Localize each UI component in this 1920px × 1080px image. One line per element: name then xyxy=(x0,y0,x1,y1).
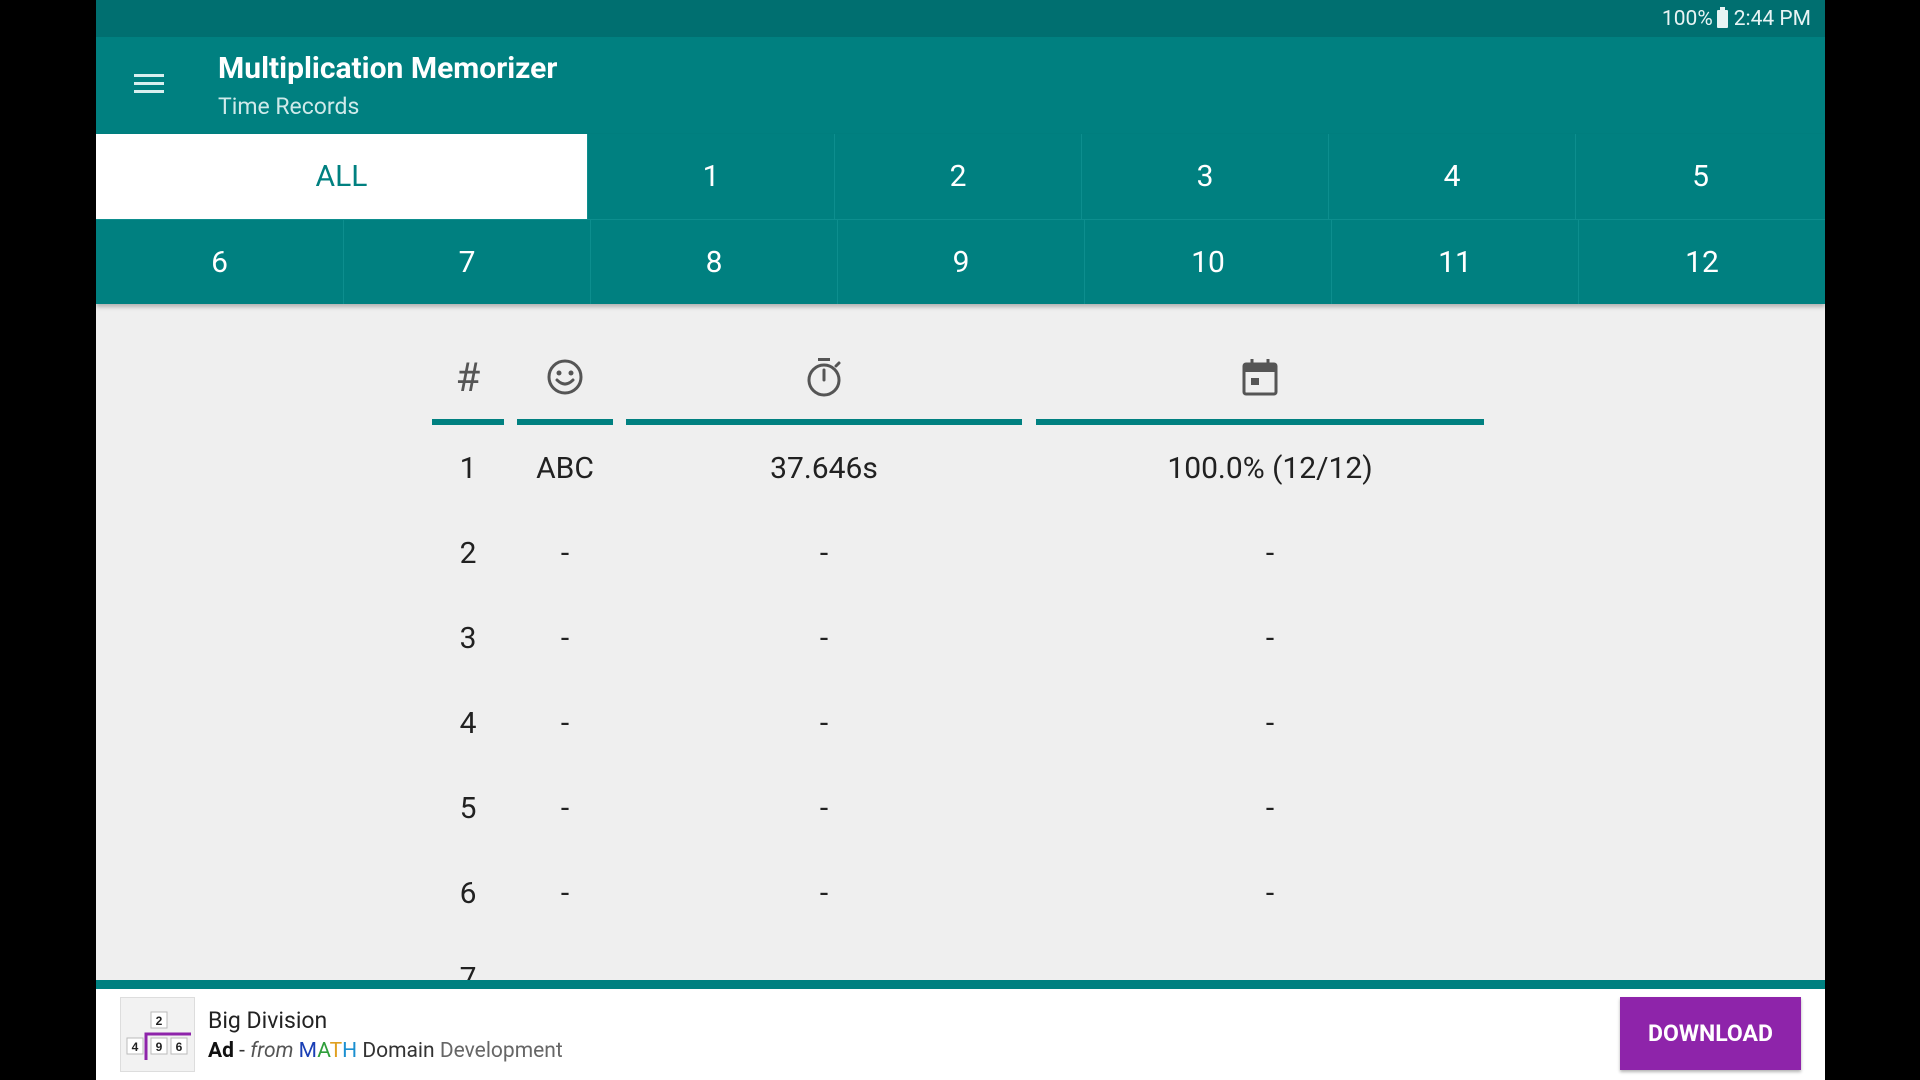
row-time: - xyxy=(819,876,829,911)
row-time: - xyxy=(819,536,829,571)
ad-app-icon[interactable]: 2 4 9 6 xyxy=(120,997,195,1072)
row-name: - xyxy=(560,791,570,826)
row-name: ABC xyxy=(536,451,594,486)
ad-banner[interactable]: 2 4 9 6 Big Division Ad - from MATH Doma… xyxy=(96,980,1825,1080)
tab-3[interactable]: 3 xyxy=(1081,134,1328,219)
row-name: - xyxy=(560,621,570,656)
ad-publisher-dev: Development xyxy=(439,1039,563,1063)
tab-11[interactable]: 11 xyxy=(1331,219,1578,304)
battery-percent: 100% xyxy=(1661,6,1713,31)
tab-5[interactable]: 5 xyxy=(1575,134,1825,219)
hamburger-menu-icon[interactable] xyxy=(134,74,164,96)
tab-9[interactable]: 9 xyxy=(837,219,1084,304)
name-header-underline xyxy=(517,419,613,425)
row-name: - xyxy=(560,876,570,911)
ad-label: Ad xyxy=(208,1039,234,1063)
table-filter-tabs: ALL 1 2 3 4 5 6 7 8 9 10 11 12 xyxy=(96,134,1825,304)
app-screen: 100% 2:44 PM Multiplication Memorizer Ti… xyxy=(96,0,1825,1080)
app-subtitle: Time Records xyxy=(218,93,360,120)
ad-separator: - xyxy=(239,1039,245,1063)
tab-4[interactable]: 4 xyxy=(1328,134,1575,219)
time-header-underline xyxy=(626,419,1022,425)
app-title: Multiplication Memorizer xyxy=(218,51,558,86)
ad-icon-quotient: 2 xyxy=(156,1014,163,1028)
row-time: - xyxy=(819,791,829,826)
row-rank: 4 xyxy=(459,706,477,741)
row-rank: 6 xyxy=(459,876,477,911)
app-bar: Multiplication Memorizer Time Records xyxy=(96,37,1825,134)
row-time: 37.646s xyxy=(770,451,878,486)
row-score: - xyxy=(1265,536,1275,571)
row-name: - xyxy=(560,706,570,741)
ad-publisher-domain: Domain xyxy=(362,1039,435,1063)
stopwatch-icon xyxy=(626,354,1022,400)
row-time: - xyxy=(819,621,829,656)
row-rank: 5 xyxy=(459,791,477,826)
row-score: 100.0% (12/12) xyxy=(1167,451,1373,486)
row-score: - xyxy=(1265,791,1275,826)
ad-publisher-math: MATH xyxy=(298,1039,358,1063)
row-rank: 2 xyxy=(459,536,477,571)
status-bar: 100% 2:44 PM xyxy=(96,0,1825,37)
row-rank: 1 xyxy=(459,451,477,486)
calendar-icon xyxy=(1036,354,1484,400)
row-rank: 3 xyxy=(459,621,477,656)
download-button[interactable]: DOWNLOAD xyxy=(1620,997,1801,1070)
ad-icon-divisor: 4 xyxy=(132,1040,139,1054)
tab-2[interactable]: 2 xyxy=(834,134,1081,219)
tab-7[interactable]: 7 xyxy=(343,219,590,304)
smiley-icon xyxy=(517,354,613,400)
row-score: - xyxy=(1265,621,1275,656)
battery-icon xyxy=(1716,6,1728,28)
tab-12[interactable]: 12 xyxy=(1578,219,1825,304)
tab-6[interactable]: 6 xyxy=(96,219,343,304)
ad-icon-dividend-2: 6 xyxy=(176,1040,183,1054)
row-name: - xyxy=(560,536,570,571)
tab-8[interactable]: 8 xyxy=(590,219,837,304)
tab-10[interactable]: 10 xyxy=(1084,219,1331,304)
clock: 2:44 PM xyxy=(1733,6,1811,31)
ad-icon-dividend-1: 9 xyxy=(156,1040,163,1054)
rank-header: # xyxy=(455,353,481,401)
ad-subtitle: Ad - from MATH Domain Development xyxy=(208,1039,563,1063)
tab-all[interactable]: ALL xyxy=(96,134,587,219)
tab-1[interactable]: 1 xyxy=(587,134,834,219)
rank-header-underline xyxy=(432,419,504,425)
time-records-table: # 1 ABC 37.646s 100.0% (12/12) 2 - - - 3… xyxy=(96,304,1825,984)
ad-title[interactable]: Big Division xyxy=(208,1007,327,1034)
ad-from: from xyxy=(250,1039,294,1063)
row-score: - xyxy=(1265,706,1275,741)
row-time: - xyxy=(819,706,829,741)
row-score: - xyxy=(1265,876,1275,911)
date-header-underline xyxy=(1036,419,1484,425)
